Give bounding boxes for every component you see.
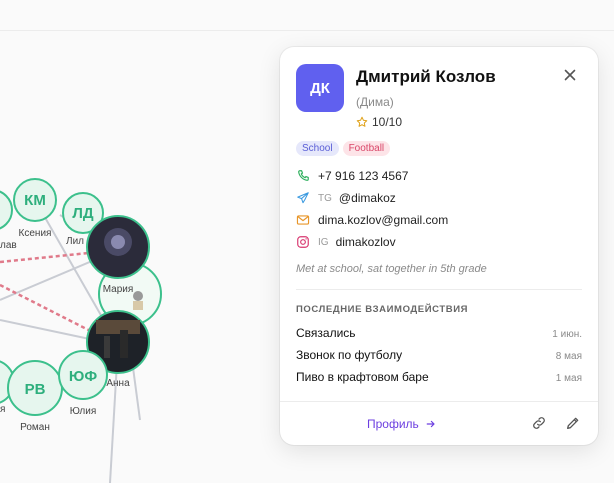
instagram-prefix: IG <box>318 236 329 248</box>
divider <box>296 289 582 290</box>
node-label: Анна <box>106 378 130 389</box>
contact-note: Met at school, sat together in 5th grade <box>296 263 487 275</box>
node-label: Роман <box>20 422 50 433</box>
tag-school[interactable]: School <box>296 141 339 156</box>
graph-node[interactable]: КМ Ксения <box>13 178 57 239</box>
close-icon[interactable] <box>562 67 578 83</box>
node-initials: РВ <box>25 381 46 398</box>
instagram-icon <box>296 235 310 249</box>
interaction-title: Связались <box>296 326 356 340</box>
telegram-icon <box>296 191 310 205</box>
link-icon[interactable] <box>531 415 547 431</box>
interaction-date: 1 мая <box>555 373 582 384</box>
telegram-value: @dimakoz <box>338 191 396 205</box>
node-label: Ксения <box>19 228 52 239</box>
node-label: Юлия <box>70 406 97 417</box>
profile-link-label: Профиль <box>367 417 419 431</box>
interactions-title: ПОСЛЕДНИЕ ВЗАИМОДЕЙСТВИЯ <box>296 304 469 315</box>
graph-node[interactable]: РВ Роман <box>7 360 63 433</box>
node-initials: ЛД <box>72 205 94 222</box>
email-value: dima.kozlov@gmail.com <box>318 213 449 227</box>
interaction-item[interactable]: Пиво в крафтовом баре 1 мая <box>296 370 582 384</box>
phone-row[interactable]: +7 916 123 4567 <box>296 169 408 183</box>
email-row[interactable]: dima.kozlov@gmail.com <box>296 213 448 227</box>
interaction-date: 1 июн. <box>552 329 582 340</box>
avatar: ДК <box>296 64 344 112</box>
interaction-item[interactable]: Связались 1 июн. <box>296 326 582 340</box>
profile-link[interactable]: Профиль <box>367 417 437 431</box>
contact-card: ДК Дмитрий Козлов (Дима) 10/10 School Fo… <box>280 47 598 445</box>
footer-divider <box>280 401 598 402</box>
star-icon <box>356 116 368 127</box>
node-initials: ЮФ <box>69 368 97 385</box>
interaction-title: Пиво в крафтовом баре <box>296 370 429 384</box>
telegram-prefix: TG <box>318 192 332 204</box>
phone-icon <box>296 169 310 183</box>
interaction-title: Звонок по футболу <box>296 348 403 362</box>
interaction-item[interactable]: Звонок по футболу 8 мая <box>296 348 582 362</box>
node-initials: КМ <box>24 192 46 209</box>
telegram-row[interactable]: TG @dimakoz <box>296 191 396 205</box>
instagram-value: dimakozlov <box>335 235 396 249</box>
node-label: я <box>0 404 5 415</box>
graph-node[interactable]: ЮФ Юлия <box>58 350 108 417</box>
pencil-icon[interactable] <box>565 415 581 431</box>
tag-list: School Football <box>296 141 391 156</box>
node-label: Мария <box>103 284 134 295</box>
contact-name: Дмитрий Козлов <box>356 67 496 86</box>
phone-value: +7 916 123 4567 <box>318 169 409 183</box>
node-label: лав <box>0 240 17 251</box>
instagram-row[interactable]: IG dimakozlov <box>296 235 396 249</box>
arrow-right-icon <box>426 420 435 428</box>
tag-football[interactable]: Football <box>342 141 391 156</box>
rating: 10/10 <box>356 115 402 129</box>
contact-nickname: (Дима) <box>356 95 394 109</box>
node-label: Лил <box>66 236 84 247</box>
interaction-date: 8 мая <box>555 351 582 362</box>
mail-icon <box>296 213 310 227</box>
rating-value: 10/10 <box>372 115 403 129</box>
